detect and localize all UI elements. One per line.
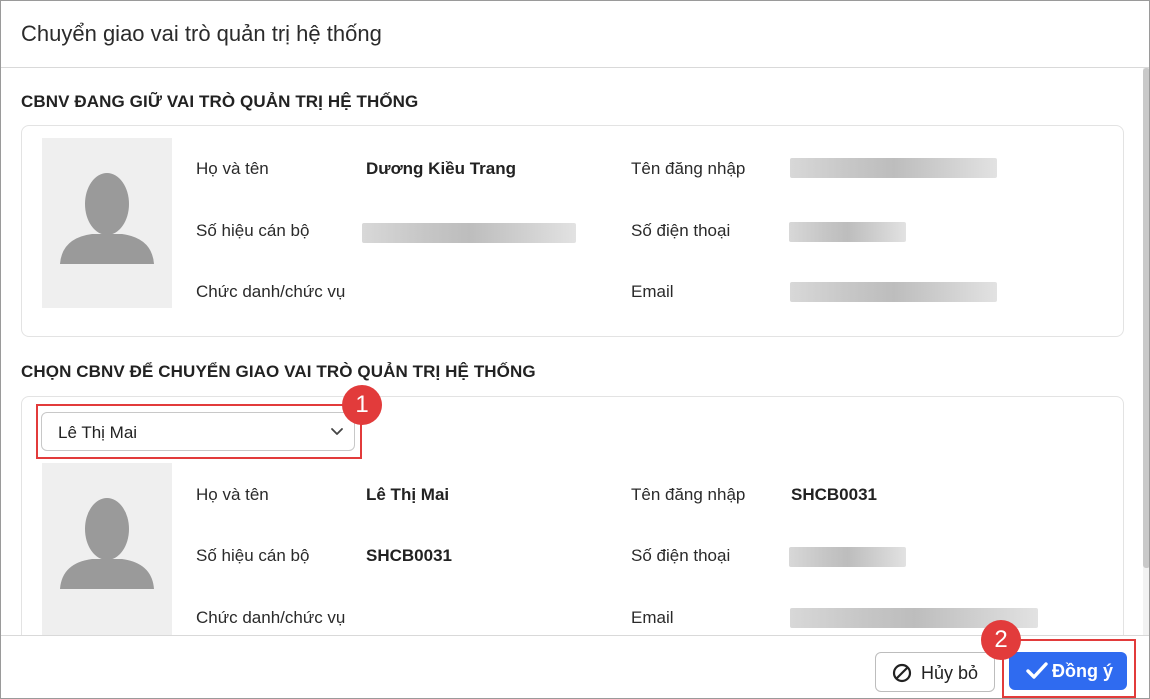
- scrollbar-thumb[interactable]: [1143, 68, 1149, 568]
- step-1-highlight: [36, 404, 362, 459]
- step-2-highlight: [1002, 639, 1136, 698]
- current-username-redacted: [790, 158, 997, 178]
- user-silhouette-icon: [60, 498, 154, 589]
- current-admin-avatar: [42, 138, 172, 308]
- target-username-label: Tên đăng nhập: [631, 485, 746, 504]
- target-username-value: SHCB0031: [791, 485, 877, 504]
- target-staff-id-label: Số hiệu cán bộ: [196, 546, 310, 565]
- target-staff-id-value: SHCB0031: [366, 546, 452, 565]
- current-email-label: Email: [631, 282, 674, 301]
- target-phone-redacted: [789, 547, 906, 567]
- step-2-badge: 2: [981, 620, 1021, 660]
- current-admin-section-title: CBNV ĐANG GIỮ VAI TRÒ QUẢN TRỊ HỆ THỐNG: [21, 92, 419, 111]
- transfer-admin-dialog: Chuyển giao vai trò quản trị hệ thống CB…: [0, 0, 1150, 699]
- step-1-badge: 1: [342, 385, 382, 425]
- cancel-button[interactable]: Hủy bỏ: [875, 652, 995, 692]
- dialog-title: Chuyển giao vai trò quản trị hệ thống: [21, 21, 382, 46]
- scrollbar[interactable]: [1143, 68, 1149, 636]
- current-staff-id-label: Số hiệu cán bộ: [196, 221, 310, 240]
- ban-icon: [892, 663, 912, 683]
- user-silhouette-icon: [60, 173, 154, 264]
- current-phone-redacted: [789, 222, 906, 242]
- current-email-redacted: [790, 282, 997, 302]
- current-username-label: Tên đăng nhập: [631, 159, 746, 178]
- target-phone-label: Số điện thoại: [631, 546, 731, 565]
- cancel-button-label: Hủy bỏ: [921, 663, 979, 683]
- transfer-section-title: CHỌN CBNV ĐỂ CHUYỂN GIAO VAI TRÒ QUẢN TR…: [21, 362, 536, 381]
- target-full-name-value: Lê Thị Mai: [366, 485, 450, 504]
- dialog-header: Chuyển giao vai trò quản trị hệ thống: [1, 1, 1149, 68]
- target-email-label: Email: [631, 608, 674, 627]
- current-position-label: Chức danh/chức vụ: [196, 282, 346, 301]
- target-full-name-label: Họ và tên: [196, 485, 269, 504]
- current-full-name-label: Họ và tên: [196, 159, 269, 178]
- current-staff-id-redacted: [362, 223, 576, 243]
- target-position-label: Chức danh/chức vụ: [196, 608, 346, 627]
- current-full-name-value: Dương Kiều Trang: [366, 159, 517, 178]
- current-phone-label: Số điện thoại: [631, 221, 731, 240]
- transfer-target-avatar: [42, 463, 172, 635]
